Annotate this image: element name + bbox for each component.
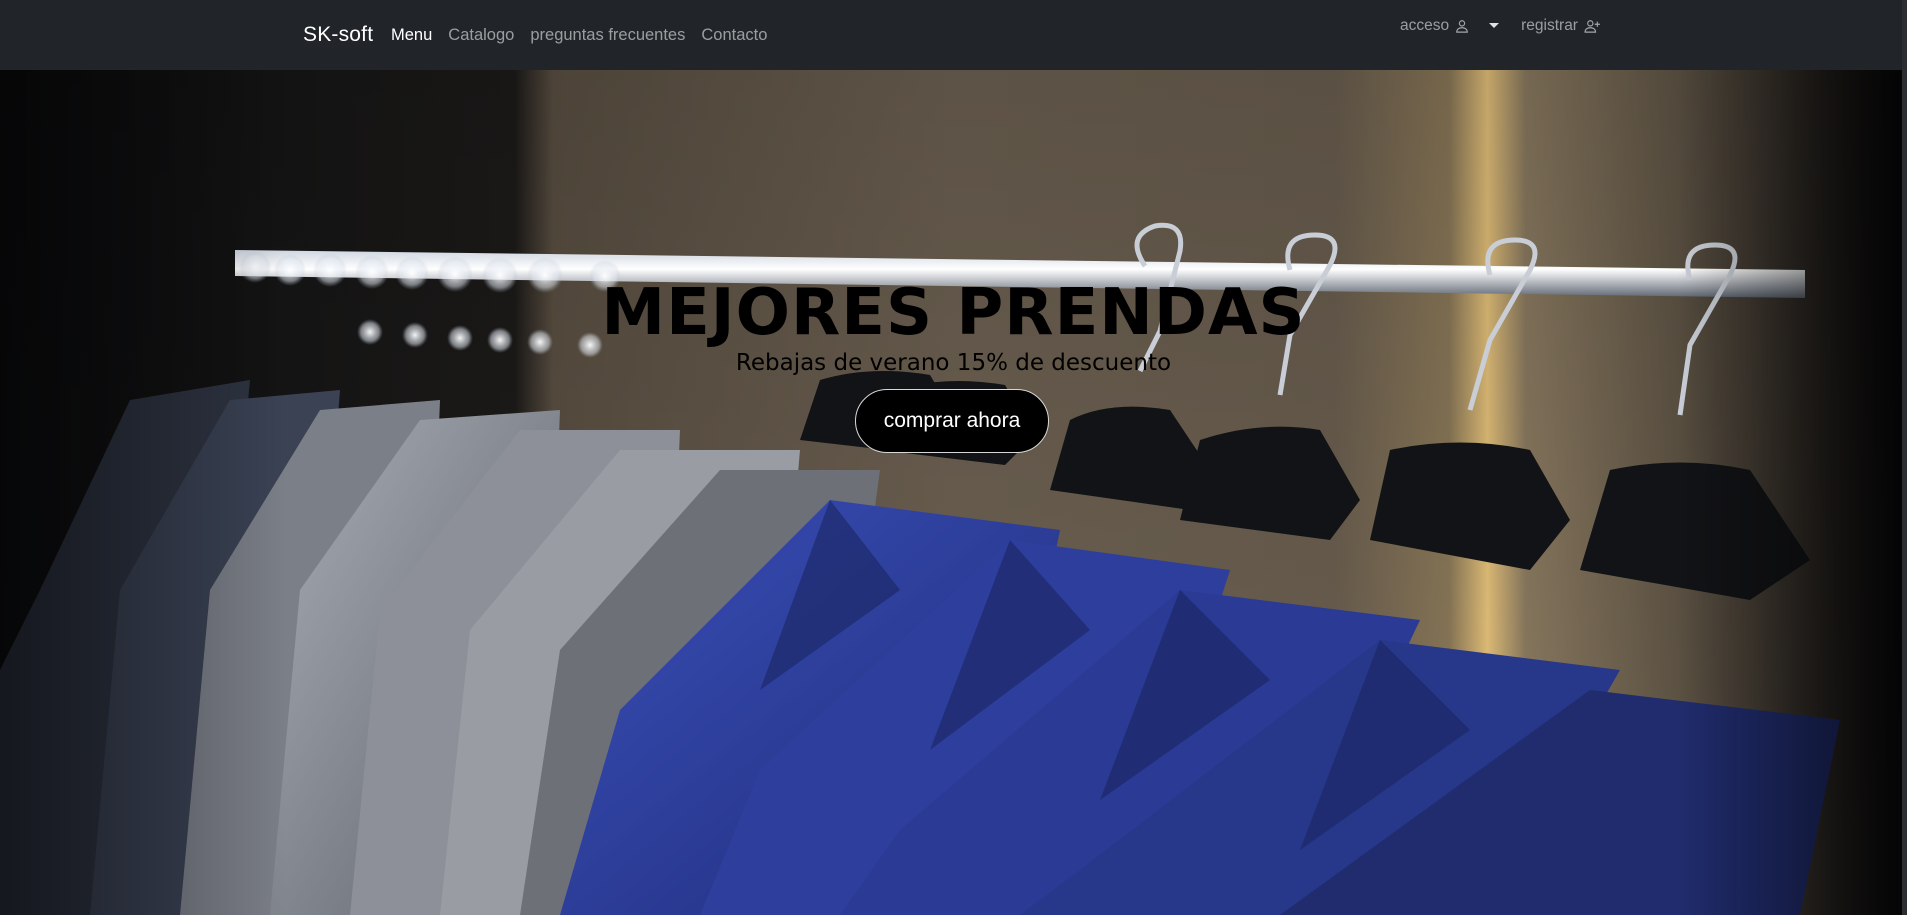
caret-down-icon[interactable] [1489, 22, 1500, 28]
nav-link-catalogo[interactable]: Catalogo [448, 24, 514, 46]
brand-logo[interactable]: SK-soft [303, 21, 373, 49]
user-plus-icon [1584, 20, 1600, 33]
hero-banner: MEJORES PRENDAS Rebajas de verano 15% de… [0, 70, 1907, 915]
login-link[interactable]: acceso [1400, 16, 1469, 36]
user-icon [1456, 20, 1468, 33]
login-label: acceso [1400, 17, 1450, 34]
register-link[interactable]: registrar [1521, 16, 1601, 36]
clothes-rack-image [0, 70, 1907, 915]
scrollbar[interactable] [1902, 0, 1907, 915]
nav-account-area: acceso registrar [1400, 16, 1601, 36]
top-navbar: SK-soft Menu Catalogo preguntas frecuent… [0, 0, 1907, 70]
nav-link-preguntas-frecuentes[interactable]: preguntas frecuentes [530, 24, 685, 46]
nav-links: Menu Catalogo preguntas frecuentes Conta… [391, 24, 783, 46]
hero-subtitle: Rebajas de verano 15% de descuento [735, 350, 1172, 376]
nav-link-contacto[interactable]: Contacto [701, 24, 767, 46]
nav-link-menu[interactable]: Menu [391, 24, 432, 46]
buy-now-button[interactable]: comprar ahora [855, 389, 1049, 453]
page: SK-soft Menu Catalogo preguntas frecuent… [0, 0, 1907, 915]
register-label: registrar [1521, 17, 1578, 34]
hero-title: MEJORES PRENDAS [601, 276, 1306, 350]
